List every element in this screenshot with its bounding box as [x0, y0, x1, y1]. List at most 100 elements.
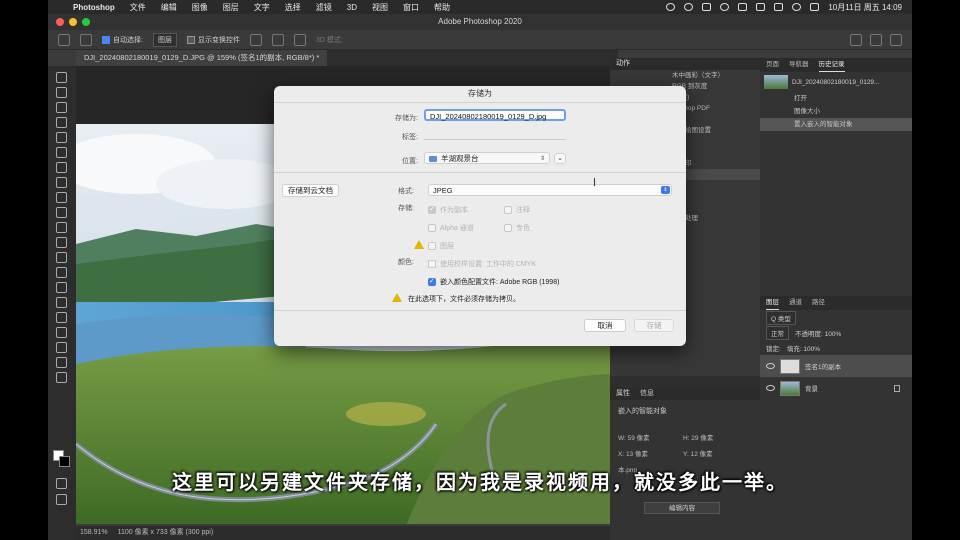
prop-x[interactable]: X: 13 像素	[618, 448, 683, 458]
display-icon[interactable]	[702, 3, 712, 11]
eyedropper-tool[interactable]	[56, 147, 67, 158]
prop-y[interactable]: Y: 12 像素	[683, 448, 748, 458]
gradient-tool[interactable]	[56, 237, 67, 248]
record-icon[interactable]	[666, 3, 676, 11]
format-dropdown[interactable]: JPEG ⇕	[428, 184, 672, 196]
menu-image[interactable]: 图像	[192, 2, 208, 13]
tags-input[interactable]	[424, 128, 566, 140]
spot-colors-checkbox[interactable]: 专色	[504, 223, 530, 233]
zoom-tool[interactable]	[56, 357, 67, 368]
zoom-window-button[interactable]	[82, 18, 90, 26]
history-snapshot[interactable]: DJI_20240802180019_0129...	[760, 72, 912, 92]
menu-app-name[interactable]: Photoshop	[73, 3, 115, 12]
menu-view[interactable]: 视图	[372, 2, 388, 13]
eye-icon[interactable]	[766, 385, 775, 391]
expand-dialog-button[interactable]: ⌄	[554, 153, 566, 164]
menu-type[interactable]: 文字	[254, 2, 270, 13]
notes-checkbox[interactable]: 注释	[504, 205, 530, 215]
embed-profile-checkbox[interactable]: 嵌入颜色配置文件: Adobe RGB (1998)	[428, 277, 559, 287]
type-tool[interactable]	[56, 297, 67, 308]
hand-tool[interactable]	[56, 342, 67, 353]
tab-history[interactable]: 历史记录	[818, 58, 845, 72]
auto-select-checkbox[interactable]: 自动选择:	[102, 35, 143, 45]
home-icon[interactable]	[58, 33, 70, 46]
input-source-icon[interactable]	[738, 3, 748, 11]
menubar-clock[interactable]: 10月11日 周五 14:09	[828, 2, 902, 13]
prop-height[interactable]: H: 29 像素	[683, 432, 748, 442]
prop-width[interactable]: W: 59 像素	[618, 432, 683, 442]
dodge-tool[interactable]	[56, 267, 67, 278]
menu-select[interactable]: 选择	[285, 2, 301, 13]
save-to-cloud-button[interactable]: 存储到云文档	[282, 184, 339, 197]
menu-layer[interactable]: 图层	[223, 2, 239, 13]
lasso-tool[interactable]	[56, 102, 67, 113]
minimize-window-button[interactable]	[69, 18, 77, 26]
tab-properties[interactable]: 属性	[616, 388, 630, 400]
actions-panel-header[interactable]: 动作	[610, 58, 760, 70]
use-proof-checkbox[interactable]: 使用校样设置: 工作中的 CMYK	[428, 259, 536, 269]
blend-mode-dropdown[interactable]: 正常	[766, 325, 789, 340]
tab-channels[interactable]: 通道	[789, 296, 802, 310]
move-tool[interactable]	[56, 72, 67, 83]
clone-stamp-tool[interactable]	[56, 192, 67, 203]
edit-contents-button[interactable]: 编辑内容	[644, 502, 720, 514]
brush-tool[interactable]	[56, 177, 67, 188]
close-window-button[interactable]	[56, 18, 64, 26]
opacity-field[interactable]: 不透明度: 100%	[795, 328, 841, 338]
menu-help[interactable]: 帮助	[434, 2, 450, 13]
control-center-icon[interactable]	[810, 3, 820, 11]
battery-icon[interactable]	[774, 3, 784, 11]
show-transform-checkbox[interactable]: 显示变换控件	[186, 35, 240, 45]
menu-filter[interactable]: 滤镜	[316, 2, 332, 13]
quick-select-tool[interactable]	[56, 117, 67, 128]
more-tools[interactable]	[56, 372, 67, 383]
menu-file[interactable]: 文件	[130, 2, 146, 13]
menu-window[interactable]: 窗口	[403, 2, 419, 13]
spotlight-icon[interactable]	[792, 3, 802, 11]
layer-row[interactable]: 签名1的副本	[760, 355, 912, 377]
location-dropdown[interactable]: 羊湖观景台 ⇕	[424, 152, 550, 164]
action-item[interactable]: 木中画彩（文字）	[610, 70, 760, 81]
healing-brush-tool[interactable]	[56, 162, 67, 173]
marquee-tool[interactable]	[56, 87, 67, 98]
as-copy-checkbox[interactable]: 作为副本	[428, 205, 468, 215]
tab-info[interactable]: 信息	[640, 388, 654, 400]
eraser-tool[interactable]	[56, 222, 67, 233]
media-icon[interactable]	[684, 3, 694, 11]
alpha-channels-checkbox[interactable]: Alpha 通道	[428, 223, 474, 233]
layers-checkbox[interactable]: 图层	[428, 241, 454, 251]
align-center-icon[interactable]	[271, 33, 284, 46]
screen-mode-tool[interactable]	[56, 494, 67, 505]
tab-paths[interactable]: 路径	[812, 296, 825, 310]
align-left-icon[interactable]	[249, 33, 262, 46]
shape-tool[interactable]	[56, 327, 67, 338]
filename-input[interactable]: DJI_20240802180019_0129_D.jpg	[424, 109, 566, 121]
history-item[interactable]: 打开	[760, 92, 912, 105]
blur-tool[interactable]	[56, 252, 67, 263]
zoom-level[interactable]: 158.91%	[80, 529, 108, 536]
wifi-icon[interactable]	[720, 3, 730, 11]
layer-row[interactable]: 背景	[760, 377, 912, 399]
menu-edit[interactable]: 编辑	[161, 2, 177, 13]
auto-select-dropdown[interactable]: 图层	[152, 32, 177, 47]
document-tab[interactable]: DJI_20240802180019_0129_D.JPG @ 159% (签名…	[76, 50, 328, 66]
eye-icon[interactable]	[766, 363, 775, 369]
move-tool-icon[interactable]	[80, 33, 92, 46]
tab-pages[interactable]: 页面	[766, 58, 779, 72]
save-button[interactable]: 存储	[634, 319, 674, 332]
pen-tool[interactable]	[56, 282, 67, 293]
layer-kind-filter[interactable]: Q 类型	[766, 310, 796, 325]
history-item[interactable]: 置入嵌入的智能对象	[760, 118, 912, 131]
fill-field[interactable]: 填充: 100%	[787, 343, 820, 353]
align-right-icon[interactable]	[293, 33, 306, 46]
menu-3d[interactable]: 3D	[347, 3, 357, 12]
workspace-icon[interactable]	[870, 34, 882, 46]
history-item[interactable]: 图像大小	[760, 105, 912, 118]
cancel-button[interactable]: 取消	[584, 319, 626, 332]
path-select-tool[interactable]	[56, 312, 67, 323]
tab-layers[interactable]: 图层	[766, 296, 779, 310]
search-icon[interactable]	[850, 34, 862, 46]
crop-tool[interactable]	[56, 132, 67, 143]
bluetooth-icon[interactable]	[756, 3, 766, 11]
share-icon[interactable]	[890, 34, 902, 46]
